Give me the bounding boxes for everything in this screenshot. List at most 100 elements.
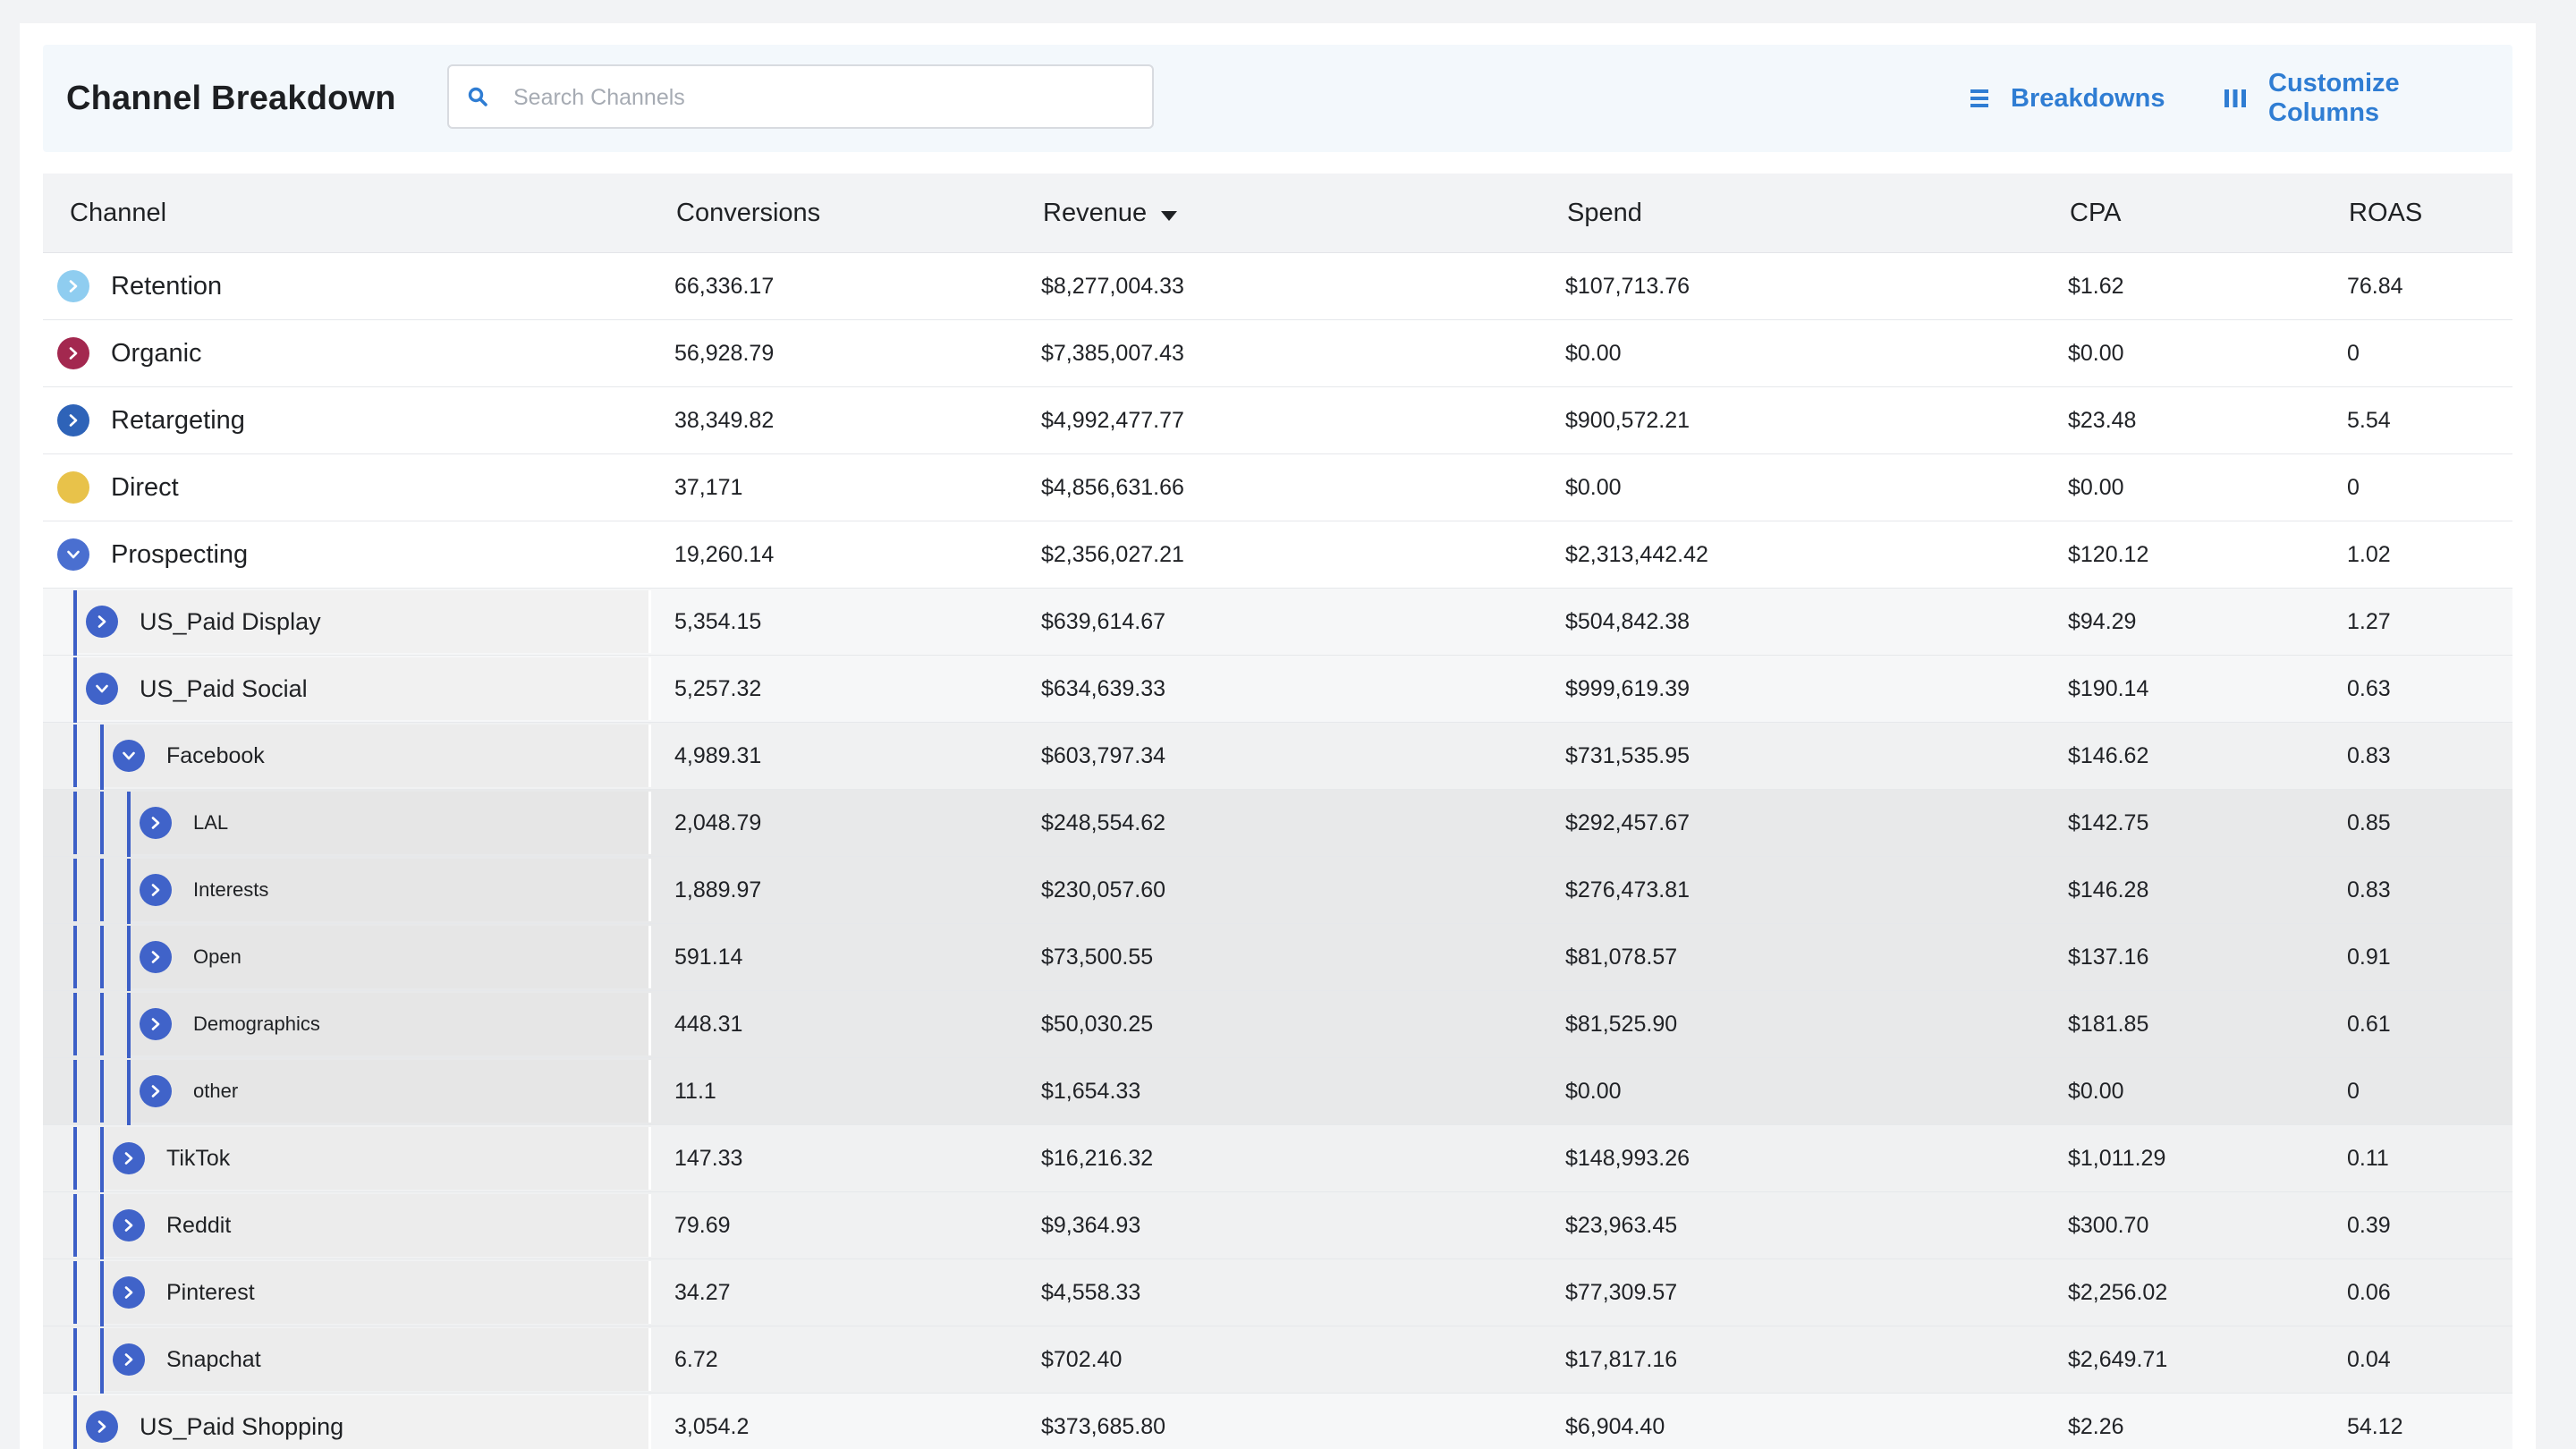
expand-chevron-icon[interactable]	[113, 1343, 145, 1376]
tree-guide-line	[100, 859, 104, 921]
expand-chevron-icon[interactable]	[57, 337, 89, 369]
spend-cell: $77,309.57	[1565, 1280, 1678, 1305]
expand-chevron-icon[interactable]	[140, 807, 172, 839]
tree-guide-line	[100, 1194, 104, 1260]
table-row[interactable]: Facebook 4,989.31 $603,797.34 $731,535.95 $1…	[43, 723, 2512, 791]
expand-chevron-icon[interactable]	[113, 1142, 145, 1174]
channel-name-cell: Facebook	[98, 724, 651, 791]
channel-name-cell: Demographics	[125, 993, 651, 1059]
tree-guide-line	[127, 1060, 131, 1126]
tree-guide-line	[100, 792, 104, 854]
spend-cell: $2,313,442.42	[1565, 542, 1708, 567]
toolbar: Channel Breakdown Breakdowns Customize C…	[43, 45, 2512, 152]
roas-cell: 0.04	[2347, 1347, 2391, 1372]
spend-cell: $900,572.21	[1565, 408, 1690, 433]
conversions-cell: 4,989.31	[674, 743, 762, 768]
channel-name-cell: US_Paid Display	[72, 590, 651, 657]
table-row[interactable]: Reddit 79.69 $9,364.93 $23,963.45 $300.70 0.3…	[43, 1192, 2512, 1260]
channel-name-cell: TikTok	[98, 1127, 651, 1193]
table-row[interactable]: Snapchat 6.72 $702.40 $17,817.16 $2,649.71 0.…	[43, 1326, 2512, 1394]
revenue-cell: $9,364.93	[1041, 1213, 1141, 1238]
conversions-cell: 6.72	[674, 1347, 718, 1372]
expand-chevron-icon[interactable]	[86, 606, 118, 638]
expand-chevron-icon[interactable]	[57, 270, 89, 302]
tree-guide-line	[100, 993, 104, 1055]
conversions-cell: 3,054.2	[674, 1414, 750, 1439]
search-box[interactable]	[447, 64, 1154, 129]
roas-cell: 76.84	[2347, 274, 2403, 299]
expand-chevron-icon[interactable]	[140, 1008, 172, 1040]
cpa-cell: $94.29	[2068, 609, 2137, 634]
cpa-cell: $23.48	[2068, 408, 2137, 433]
collapse-chevron-icon[interactable]	[113, 740, 145, 772]
expand-chevron-icon[interactable]	[113, 1276, 145, 1309]
conversions-cell: 19,260.14	[674, 542, 775, 567]
table-row[interactable]: Open 591.14 $73,500.55 $81,078.57 $137.16 0.9…	[43, 924, 2512, 992]
table-row[interactable]: US_Paid Shopping 3,054.2 $373,685.80 $6,904…	[43, 1394, 2512, 1449]
roas-cell: 54.12	[2347, 1414, 2403, 1439]
tree-guide-line	[100, 724, 104, 791]
tree-guide-line	[100, 1261, 104, 1327]
roas-cell: 0.06	[2347, 1280, 2391, 1305]
column-header-spend[interactable]: Spend	[1567, 174, 1642, 252]
table-header: Channel Conversions Revenue Spend CPA RO…	[43, 174, 2512, 253]
cpa-cell: $146.62	[2068, 743, 2149, 768]
expand-chevron-icon[interactable]	[113, 1209, 145, 1241]
tree-guide-line	[73, 1060, 77, 1123]
customize-columns-button[interactable]: Customize Columns	[2224, 45, 2512, 152]
expand-chevron-icon[interactable]	[57, 404, 89, 436]
revenue-cell: $16,216.32	[1041, 1146, 1154, 1171]
search-input[interactable]	[512, 66, 1141, 129]
channel-name-cell: LAL	[125, 792, 651, 858]
tree-guide-line	[73, 724, 77, 787]
table-row[interactable]: Retargeting 38,349.82 $4,992,477.77 $900,57…	[43, 387, 2512, 454]
cpa-cell: $190.14	[2068, 676, 2149, 701]
table-row[interactable]: US_Paid Display 5,354.15 $639,614.67 $504,8…	[43, 589, 2512, 657]
conversions-cell: 2,048.79	[674, 810, 762, 835]
table-row[interactable]: Demographics 448.31 $50,030.25 $81,525.90 $1…	[43, 991, 2512, 1059]
cpa-cell: $181.85	[2068, 1012, 2149, 1037]
cpa-cell: $0.00	[2068, 341, 2124, 366]
channel-name-cell: Retargeting	[43, 387, 651, 453]
revenue-cell: $248,554.62	[1041, 810, 1166, 835]
table-row[interactable]: US_Paid Social 5,257.32 $634,639.33 $999,61…	[43, 656, 2512, 724]
roas-cell: 5.54	[2347, 408, 2391, 433]
channel-name: Demographics	[193, 1013, 320, 1035]
collapse-chevron-icon[interactable]	[86, 673, 118, 705]
spend-cell: $276,473.81	[1565, 877, 1690, 902]
expand-chevron-icon[interactable]	[140, 1075, 172, 1107]
table-row[interactable]: Retention 66,336.17 $8,277,004.33 $107,713.…	[43, 253, 2512, 320]
column-header-channel[interactable]: Channel	[70, 174, 166, 252]
channel-name-cell: other	[125, 1060, 651, 1126]
column-header-roas[interactable]: ROAS	[2349, 174, 2422, 252]
table-row[interactable]: Pinterest 34.27 $4,558.33 $77,309.57 $2,256.…	[43, 1259, 2512, 1327]
revenue-cell: $603,797.34	[1041, 743, 1166, 768]
channel-name-cell: Open	[125, 926, 651, 992]
channel-table: Channel Conversions Revenue Spend CPA RO…	[43, 174, 2512, 1449]
table-row[interactable]: LAL 2,048.79 $248,554.62 $292,457.67 $142.75…	[43, 790, 2512, 858]
sort-desc-icon	[1161, 174, 1178, 253]
table-row[interactable]: Interests 1,889.97 $230,057.60 $276,473.81 $…	[43, 857, 2512, 925]
cpa-cell: $1.62	[2068, 274, 2124, 299]
revenue-cell: $230,057.60	[1041, 877, 1166, 902]
table-row[interactable]: Direct 37,171 $4,856,631.66 $0.00 $0.00 0	[43, 454, 2512, 521]
breakdowns-label: Breakdowns	[2011, 83, 2165, 113]
expand-chevron-icon[interactable]	[140, 941, 172, 973]
column-header-conversions[interactable]: Conversions	[676, 174, 820, 252]
table-row[interactable]: other 11.1 $1,654.33 $0.00 $0.00 0	[43, 1058, 2512, 1126]
column-header-revenue[interactable]: Revenue	[1043, 174, 1178, 253]
table-row[interactable]: Prospecting 19,260.14 $2,356,027.21 $2,313,…	[43, 521, 2512, 589]
channel-name-cell: US_Paid Shopping	[72, 1395, 651, 1449]
table-row[interactable]: TikTok 147.33 $16,216.32 $148,993.26 $1,011.…	[43, 1125, 2512, 1193]
spend-cell: $6,904.40	[1565, 1414, 1665, 1439]
table-row[interactable]: Organic 56,928.79 $7,385,007.43 $0.00 $0.00 0	[43, 320, 2512, 387]
breakdowns-button[interactable]: Breakdowns	[1970, 45, 2165, 152]
expand-chevron-icon[interactable]	[140, 874, 172, 906]
cpa-cell: $1,011.29	[2068, 1146, 2166, 1171]
channel-color-dot	[57, 471, 89, 504]
expand-chevron-icon[interactable]	[86, 1411, 118, 1443]
collapse-chevron-icon[interactable]	[57, 538, 89, 571]
channel-name: Reddit	[166, 1212, 232, 1238]
revenue-cell: $1,654.33	[1041, 1079, 1141, 1104]
column-header-cpa[interactable]: CPA	[2070, 174, 2121, 252]
